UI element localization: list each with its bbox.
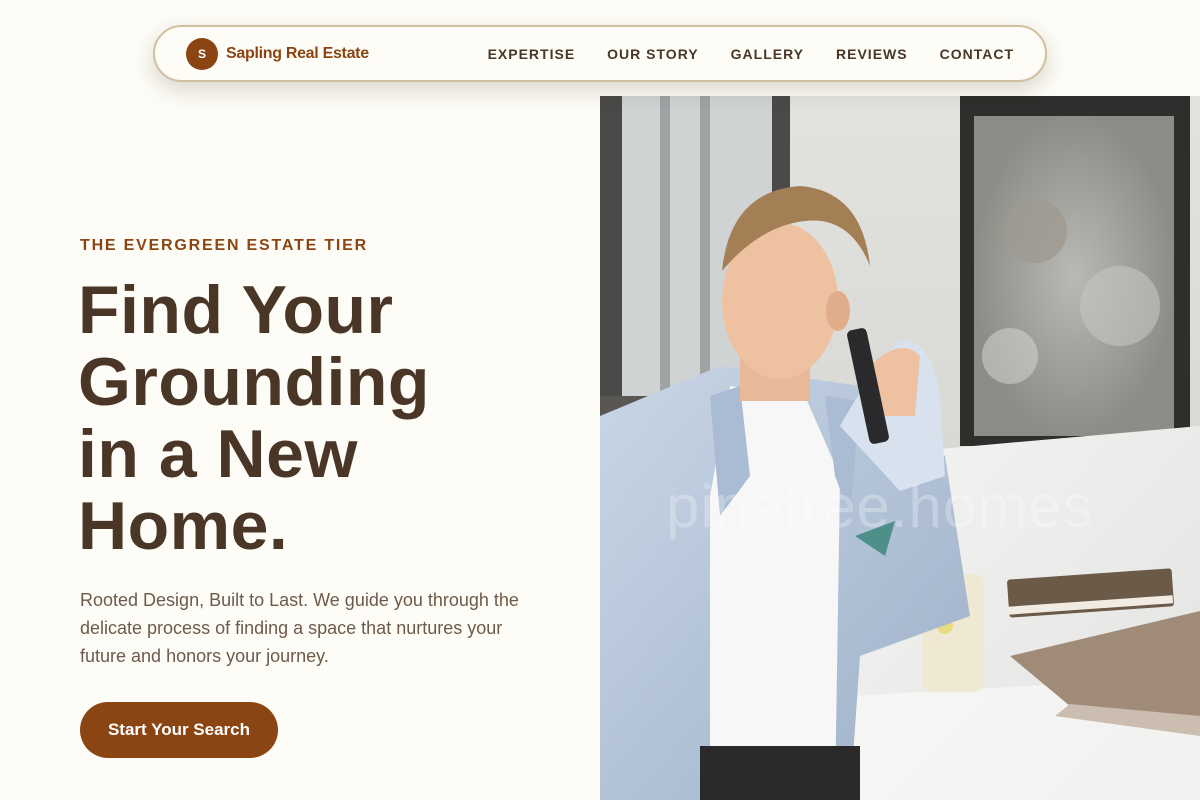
nav-link-expertise[interactable]: EXPERTISE bbox=[488, 46, 576, 62]
hero-headline-line: Grounding bbox=[78, 344, 430, 420]
hero-eyebrow: THE EVERGREEN ESTATE TIER bbox=[80, 237, 368, 254]
hero-photo-illustration bbox=[600, 96, 1200, 800]
hero-headline-line: Find Your bbox=[78, 272, 394, 348]
hero-headline-line: Home. bbox=[78, 488, 289, 564]
nav-link-our-story[interactable]: OUR STORY bbox=[607, 46, 698, 62]
nav-link-gallery[interactable]: GALLERY bbox=[731, 46, 804, 62]
image-watermark: pinetree.homes bbox=[666, 473, 1094, 540]
hero-description: Rooted Design, Built to Last. We guide y… bbox=[80, 590, 519, 666]
hero-photo: pinetree.homes bbox=[600, 96, 1200, 800]
start-search-button[interactable]: Start Your Search bbox=[80, 702, 278, 758]
hero-headline-line: in a New bbox=[78, 416, 358, 492]
navbar: S Sapling Real Estate EXPERTISE OUR STOR… bbox=[153, 25, 1047, 82]
nav-link-contact[interactable]: CONTACT bbox=[940, 46, 1014, 62]
hero-headline: Find Your Grounding in a New Home. bbox=[78, 274, 578, 562]
brand-name: Sapling Real Estate bbox=[226, 44, 369, 62]
nav-links: EXPERTISE OUR STORY GALLERY REVIEWS CONT… bbox=[488, 46, 1014, 62]
nav-link-reviews[interactable]: REVIEWS bbox=[836, 46, 908, 62]
sapling-logo-icon: S bbox=[186, 37, 218, 70]
brand[interactable]: S Sapling Real Estate bbox=[186, 37, 369, 70]
